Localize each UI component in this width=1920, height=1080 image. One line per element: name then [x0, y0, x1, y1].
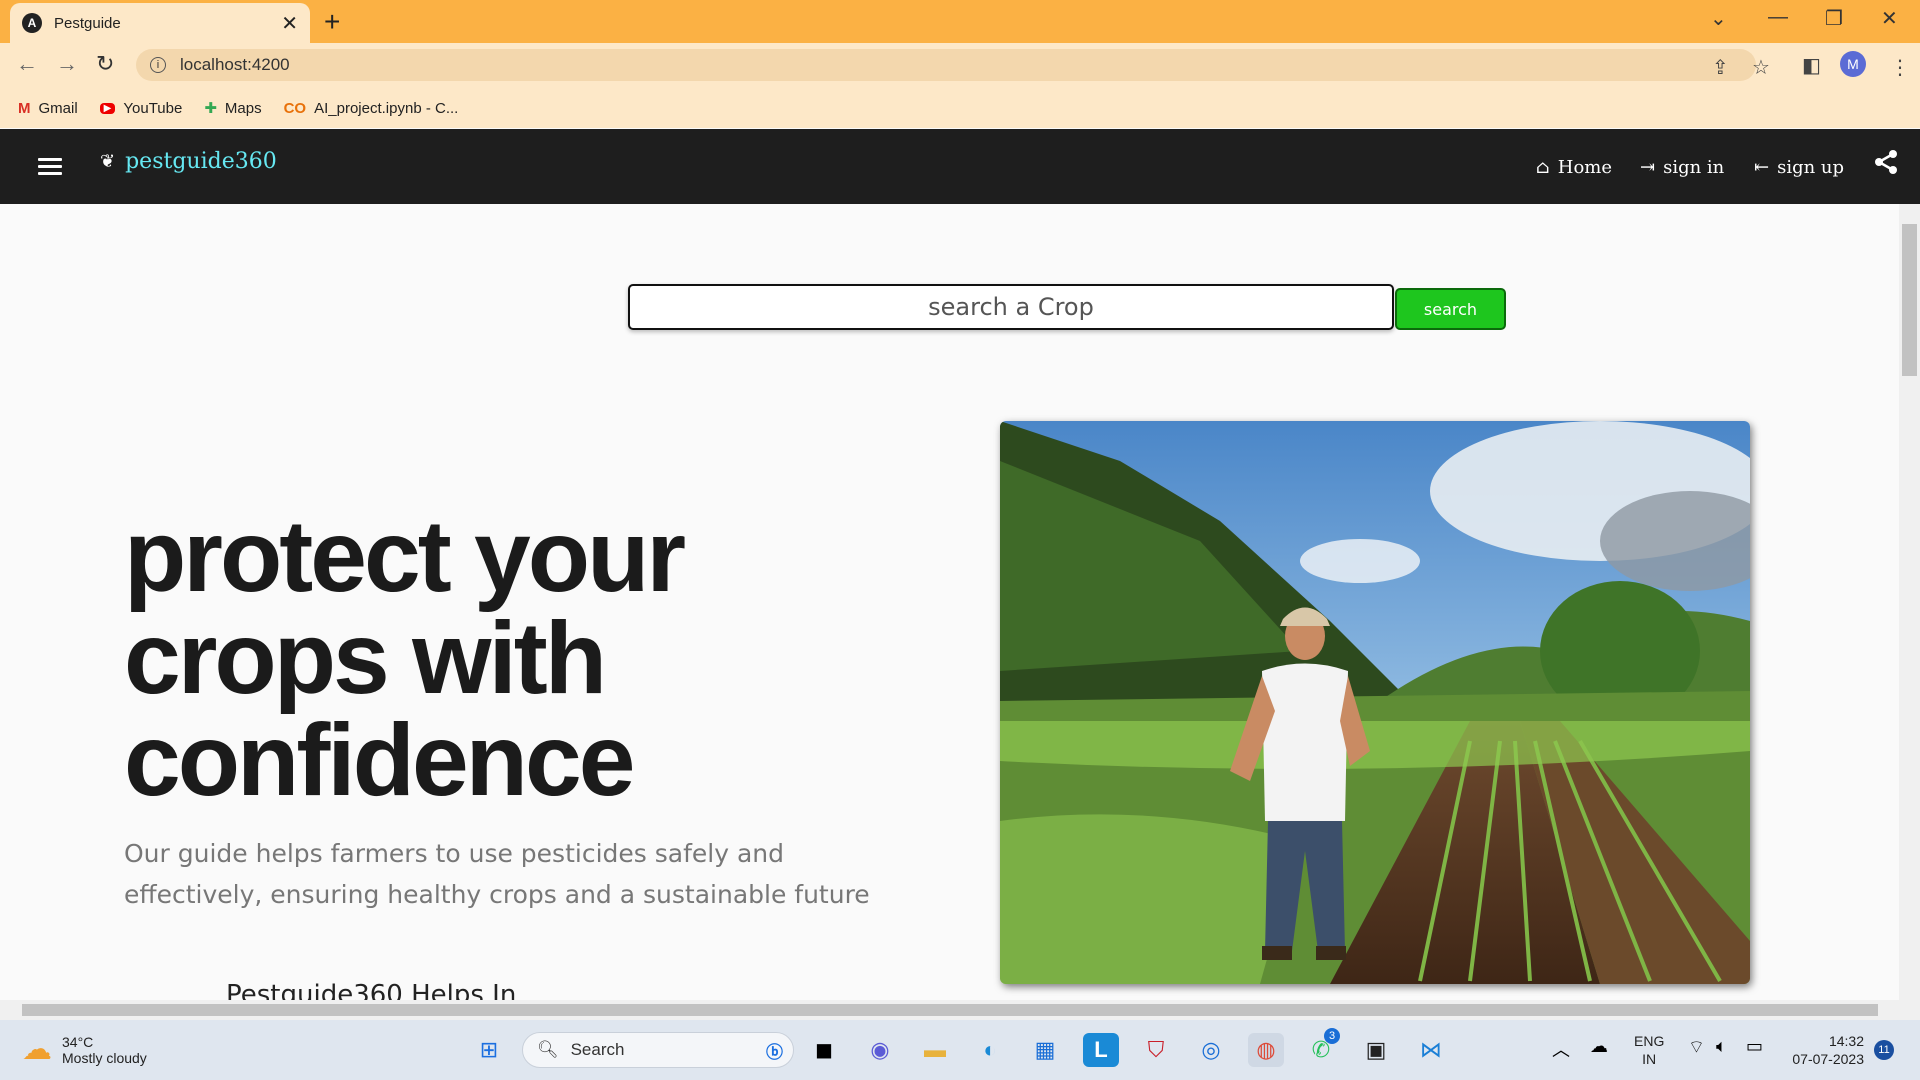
- nav-label: Home: [1557, 157, 1613, 178]
- terminal-icon[interactable]: ▣: [1358, 1033, 1394, 1067]
- tab-search-chevron-icon[interactable]: ⌄: [1710, 6, 1727, 31]
- angular-favicon-icon: A: [22, 13, 42, 33]
- taskbar-search-box[interactable]: 🔍︎ Search ⓑ: [522, 1032, 794, 1068]
- microsoft-store-icon[interactable]: ▦: [1027, 1033, 1063, 1067]
- whatsapp-badge: 3: [1324, 1028, 1340, 1044]
- bookmark-label: Maps: [224, 99, 262, 117]
- bookmark-star-icon[interactable]: ☆: [1752, 55, 1770, 80]
- leaf-icon: ❦: [100, 151, 116, 172]
- windows-taskbar: ☁ 34°C Mostly cloudy ⊞ 🔍︎ Search ⓑ ◼ ◉ ▬…: [0, 1020, 1920, 1080]
- hero-farmer-image: [1000, 421, 1750, 984]
- home-icon: ⌂: [1536, 157, 1550, 178]
- task-view-icon[interactable]: ◼: [806, 1033, 842, 1067]
- tab-title: Pestguide: [54, 14, 121, 32]
- sign-in-icon: ⇥: [1640, 157, 1656, 178]
- bookmarks-bar: M Gmail ▶ YouTube ✚ Maps CO AI_project.i…: [0, 88, 1920, 128]
- address-toolbar: ← → ↻ i localhost:4200 ⇪ ☆ ◧ M ⋮: [0, 43, 1920, 88]
- battery-icon[interactable]: ▭: [1746, 1036, 1763, 1057]
- bookmark-gmail[interactable]: M Gmail: [18, 100, 78, 117]
- weather-description: Mostly cloudy: [62, 1049, 147, 1066]
- language-indicator[interactable]: ENG IN: [1634, 1032, 1664, 1068]
- close-tab-icon[interactable]: ✕: [281, 11, 298, 36]
- nav-signup-link[interactable]: ⇤ sign up: [1754, 157, 1844, 178]
- horizontal-scroll-thumb[interactable]: [22, 1004, 1878, 1016]
- brand-logo[interactable]: ❦ pestguide360: [100, 149, 277, 174]
- region-code: IN: [1642, 1051, 1657, 1067]
- chrome-icon[interactable]: ◍: [1248, 1033, 1284, 1067]
- vscode-icon[interactable]: ⋈: [1413, 1033, 1449, 1067]
- site-info-icon[interactable]: i: [150, 57, 166, 73]
- app-navbar: ❦ pestguide360 ⌂ Home ⇥ sign in ⇤ sign u…: [0, 129, 1920, 204]
- file-explorer-icon[interactable]: ▬: [917, 1033, 953, 1067]
- hero-description: Our guide helps farmers to use pesticide…: [124, 839, 870, 909]
- bookmark-colab[interactable]: CO AI_project.ipynb - C...: [284, 100, 459, 117]
- wifi-icon[interactable]: ⌔: [1688, 1036, 1705, 1059]
- nav-signin-link[interactable]: ⇥ sign in: [1640, 157, 1724, 178]
- restore-button[interactable]: ❐: [1825, 6, 1843, 31]
- brand-name: pestguide360: [125, 149, 277, 174]
- app-circle-icon[interactable]: ◎: [1193, 1033, 1229, 1067]
- tray-overflow-chevron-icon[interactable]: ︿: [1552, 1036, 1570, 1062]
- maps-icon: ✚: [204, 100, 217, 117]
- bookmark-label: YouTube: [123, 99, 183, 117]
- bookmark-label: AI_project.ipynb - C...: [314, 99, 459, 117]
- bookmark-maps[interactable]: ✚ Maps: [204, 99, 262, 118]
- search-icon: 🔍︎: [537, 1040, 559, 1059]
- lang-code: ENG: [1634, 1033, 1665, 1049]
- close-window-button[interactable]: ✕: [1881, 6, 1898, 31]
- sign-up-icon: ⇤: [1754, 157, 1770, 178]
- partly-cloudy-icon: ☁: [22, 1033, 52, 1066]
- minimize-button[interactable]: —: [1768, 6, 1788, 29]
- forward-button[interactable]: →: [56, 51, 78, 77]
- section-heading-peek: Pestguide360 Helps In: [226, 980, 517, 1002]
- search-button[interactable]: search: [1395, 288, 1506, 330]
- bing-icon: ⓑ: [766, 1042, 783, 1062]
- volume-icon[interactable]: 🔈︎: [1716, 1036, 1727, 1057]
- weather-temp: 34°C: [62, 1033, 94, 1050]
- menu-hamburger-icon[interactable]: [38, 158, 62, 176]
- nav-label: sign in: [1663, 157, 1725, 178]
- teams-chat-icon[interactable]: ◉: [862, 1033, 898, 1067]
- app-l-icon[interactable]: L: [1083, 1033, 1119, 1067]
- clock[interactable]: 14:32 07-07-2023: [1784, 1032, 1864, 1068]
- share-icon[interactable]: [1873, 149, 1899, 182]
- profile-avatar[interactable]: M: [1840, 51, 1866, 77]
- browser-tab[interactable]: A Pestguide ✕: [10, 3, 310, 43]
- colab-icon: CO: [283, 99, 307, 117]
- gmail-icon: M: [18, 99, 31, 117]
- bookmark-youtube[interactable]: ▶ YouTube: [99, 99, 183, 117]
- youtube-icon: ▶: [99, 102, 116, 114]
- side-panel-icon[interactable]: ◧: [1802, 53, 1821, 78]
- browser-tab-strip: A Pestguide ✕ + ⌄ — ❐ ✕: [0, 0, 1920, 43]
- notification-count-badge[interactable]: 11: [1874, 1040, 1894, 1060]
- new-tab-button[interactable]: +: [324, 6, 340, 38]
- mcafee-icon[interactable]: ⛉: [1138, 1033, 1174, 1067]
- browser-menu-icon[interactable]: ⋮: [1890, 55, 1910, 80]
- onedrive-offline-icon[interactable]: ☁: [1590, 1036, 1608, 1057]
- clock-date: 07-07-2023: [1792, 1051, 1864, 1067]
- nav-home-link[interactable]: ⌂ Home: [1536, 157, 1612, 178]
- url-bar[interactable]: i localhost:4200: [136, 49, 1756, 81]
- share-page-icon[interactable]: ⇪: [1712, 55, 1729, 80]
- url-text: localhost:4200: [180, 55, 290, 74]
- reload-button[interactable]: ↻: [96, 51, 114, 77]
- weather-widget[interactable]: ☁ 34°C Mostly cloudy: [22, 1032, 147, 1067]
- taskbar-search-label: Search: [570, 1040, 625, 1059]
- nav-label: sign up: [1777, 157, 1845, 178]
- vertical-scroll-thumb[interactable]: [1902, 224, 1917, 376]
- bookmark-label: Gmail: [38, 99, 78, 117]
- windows-start-icon[interactable]: ⊞: [471, 1033, 507, 1067]
- back-button[interactable]: ←: [16, 51, 38, 77]
- clock-time: 14:32: [1828, 1033, 1864, 1049]
- crop-search-input[interactable]: [628, 284, 1394, 330]
- edge-icon[interactable]: ◐: [972, 1033, 1008, 1067]
- hero-title: protect your crops with confidence: [124, 499, 686, 817]
